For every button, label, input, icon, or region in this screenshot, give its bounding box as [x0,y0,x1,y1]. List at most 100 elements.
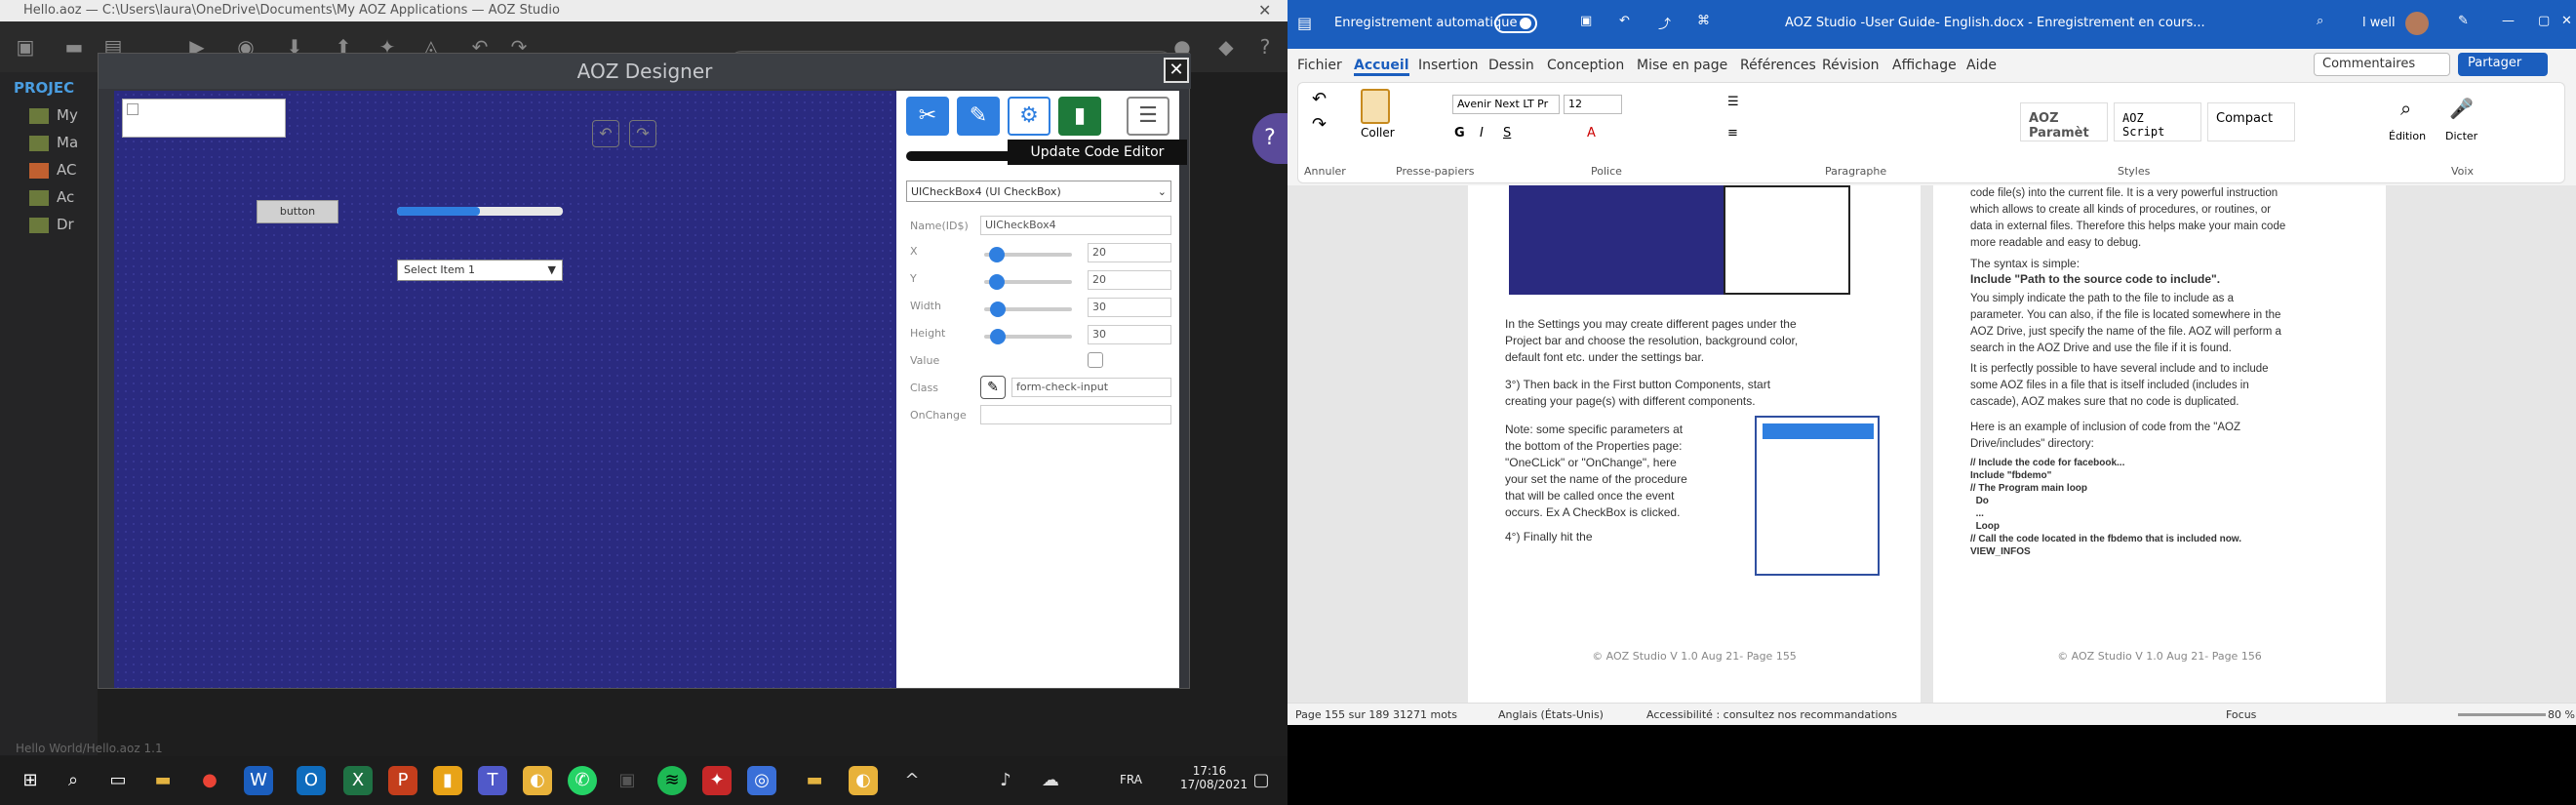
paste-button[interactable]: Coller [1361,126,1395,140]
sidebar-item[interactable]: My [14,103,78,127]
notes-icon[interactable]: ▮ [433,766,462,795]
slider-knob[interactable] [988,247,1005,262]
bullets-icon[interactable]: ☰ [1727,95,1739,109]
user-name[interactable]: l well [2362,16,2396,30]
canvas-button-component[interactable]: button [257,200,338,223]
tab-fichier[interactable]: Fichier [1297,58,1342,73]
pen-icon[interactable]: ✎ [2458,14,2469,28]
page-155[interactable]: In the Settings you may create different… [1468,185,1921,703]
file-explorer-icon[interactable]: ▬ [148,766,178,795]
chrome-icon[interactable]: ● [195,766,224,795]
update-code-icon[interactable]: ▮ [1058,97,1101,136]
height-field[interactable]: 30 [1088,325,1171,344]
paste-icon[interactable] [1361,89,1390,124]
maximize-icon[interactable]: ▢ [2538,14,2550,28]
share-button[interactable]: Partager [2458,53,2548,76]
slider-knob[interactable] [990,329,1007,344]
help-icon[interactable]: ? [1253,35,1277,59]
undo-icon[interactable]: ↶ [1619,14,1630,28]
height-slider[interactable] [984,329,1072,344]
tab-references[interactable]: Références [1740,58,1816,73]
progress-bar-component[interactable] [397,207,563,216]
zoom-level[interactable]: 80 % [2548,708,2575,721]
name-field[interactable]: UICheckBox4 [980,216,1171,235]
selected-checkbox-component[interactable] [122,99,286,138]
undo-icon[interactable]: ↶ [592,120,619,147]
whatsapp-icon[interactable]: ✆ [568,766,597,795]
minimize-icon[interactable]: — [2502,14,2515,28]
tab-aide[interactable]: Aide [1966,58,1997,73]
teams-icon[interactable]: T [478,766,507,795]
slider-knob[interactable] [988,274,1005,290]
avatar[interactable] [2405,12,2429,35]
menu-icon[interactable]: ☰ [1127,97,1169,136]
search-icon[interactable]: ⌕ [2317,14,2323,28]
tab-insertion[interactable]: Insertion [1418,58,1478,73]
font-color-icon[interactable]: A [1587,126,1596,141]
app-icon[interactable]: ◎ [747,766,776,795]
search-icon[interactable]: ⌕ [59,766,88,795]
sidebar-item[interactable]: Ma [14,131,78,154]
size-select[interactable]: 12 [1564,95,1622,114]
word-icon[interactable]: W [244,766,273,795]
y-field[interactable]: 20 [1088,270,1171,290]
accessibility-status[interactable]: Accessibilité : consultez nos recommanda… [1646,708,1897,721]
pencil-icon[interactable]: ✎ [957,97,1000,136]
align-left-icon[interactable]: ≡ [1727,126,1738,141]
zoom-slider[interactable] [2458,713,2546,716]
font-select[interactable]: Avenir Next LT Pr [1452,95,1560,114]
underline-icon[interactable]: S [1503,126,1511,141]
gear-icon[interactable]: ⚙ [1008,97,1050,136]
design-canvas[interactable]: ↶ ↷ button Select Item 1 ▼ [114,91,896,688]
tab-dessin[interactable]: Dessin [1488,58,1534,73]
task-view-icon[interactable]: ▭ [103,766,133,795]
tab-affichage[interactable]: Affichage [1892,58,1957,73]
canvas-select-component[interactable]: Select Item 1 ▼ [397,260,563,281]
y-slider[interactable] [984,274,1072,290]
sidebar-item[interactable]: Ac [14,185,74,209]
tab-mise-en-page[interactable]: Mise en page [1637,58,1727,73]
x-slider[interactable] [984,247,1072,262]
outlook-icon[interactable]: O [297,766,326,795]
focus-button[interactable]: Focus [2226,708,2256,721]
word-count[interactable]: 31271 mots [1393,708,1457,721]
component-select[interactable]: UICheckBox4 (UI CheckBox) ⌄ [906,181,1171,202]
language-status[interactable]: Anglais (États-Unis) [1498,708,1604,721]
aoz-icon[interactable]: ◐ [523,766,552,795]
close-icon[interactable]: ✕ [2561,14,2572,28]
page-156[interactable]: code file(s) into the current file. It i… [1933,185,2386,703]
app-icon[interactable]: ✦ [702,766,732,795]
new-file-icon[interactable]: ▣ [14,35,37,59]
find-icon[interactable]: ⌕ [2400,97,2411,120]
windows-start-icon[interactable]: ⊞ [16,766,45,795]
close-icon[interactable]: ✕ [1258,0,1271,21]
powerpoint-icon[interactable]: P [388,766,417,795]
notification-icon[interactable]: ▢ [1247,766,1276,795]
bold-icon[interactable]: G [1454,126,1465,141]
undo-icon[interactable]: ↶ [1312,89,1327,109]
tools-icon[interactable]: ✂ [906,97,949,136]
x-field[interactable]: 20 [1088,243,1171,262]
share-icon[interactable]: ⤴ [1658,14,1671,32]
chevron-up-icon[interactable]: ^ [897,766,927,795]
language-indicator[interactable]: FRA [1120,773,1142,786]
document-area[interactable]: In the Settings you may create different… [1288,185,2576,703]
slider-knob[interactable] [990,302,1007,317]
sidebar-item[interactable]: AC [14,158,76,181]
edition-button[interactable]: Édition [2389,130,2426,142]
style-item[interactable]: AOZ Script [2114,102,2201,141]
onchange-field[interactable] [980,405,1171,424]
page-count[interactable]: Page 155 sur 189 [1295,708,1389,721]
volume-icon[interactable]: ♪ [991,766,1020,795]
tab-accueil[interactable]: Accueil [1354,58,1409,76]
redo-icon[interactable]: ↷ [629,120,656,147]
cloud-icon[interactable]: ☁ [1036,766,1065,795]
comments-button[interactable]: Commentaires [2314,53,2450,76]
style-item[interactable]: Compact [2207,102,2295,141]
app-icon[interactable]: ▣ [613,766,642,795]
width-field[interactable]: 30 [1088,298,1171,317]
folder-icon[interactable]: ▬ [800,766,829,795]
tab-conception[interactable]: Conception [1547,58,1624,73]
value-checkbox[interactable] [1088,352,1103,368]
dicter-button[interactable]: Dicter [2445,130,2477,142]
